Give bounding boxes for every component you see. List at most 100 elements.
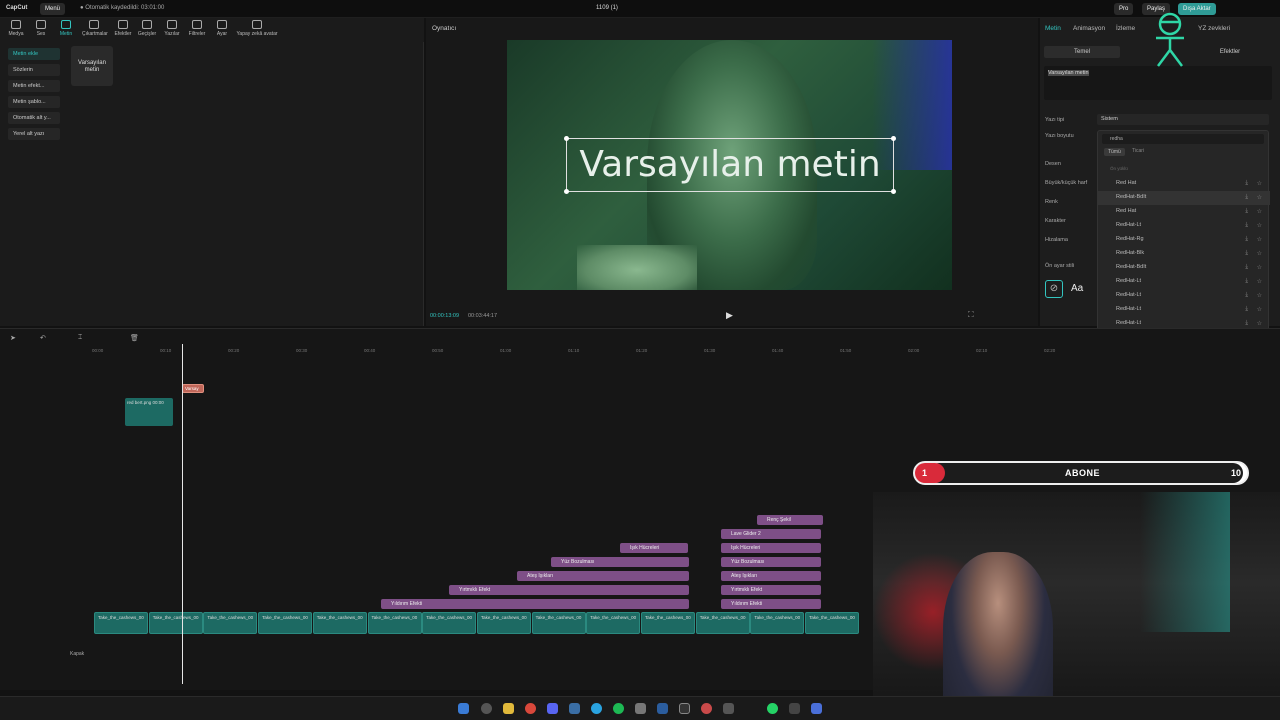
tool-filters[interactable]: Filtreler xyxy=(185,20,209,37)
split-icon[interactable]: ⌶ xyxy=(78,334,82,342)
discord-icon[interactable] xyxy=(547,703,558,714)
no-style-icon[interactable]: ⊘ xyxy=(1045,280,1063,298)
whatsapp-icon[interactable] xyxy=(767,703,778,714)
preset-style-aa[interactable]: Aa xyxy=(1071,280,1089,298)
font-option[interactable]: RedHat-Rg ⤓ ☆ xyxy=(1098,233,1270,247)
obs-icon[interactable] xyxy=(635,703,646,714)
font-option[interactable]: RedHat-Lt ⤓ ☆ xyxy=(1098,289,1270,303)
favorite-icon[interactable]: ☆ xyxy=(1257,208,1262,215)
capcut-icon[interactable] xyxy=(811,703,822,714)
effect-clip[interactable]: Yıldırım Efekti xyxy=(721,599,821,609)
effect-clip[interactable]: Yıldırım Efekti xyxy=(381,599,689,609)
playhead[interactable] xyxy=(182,344,183,684)
start-icon[interactable] xyxy=(458,703,469,714)
select-tool-icon[interactable]: ➤ xyxy=(10,334,16,342)
download-icon[interactable]: ⤓ xyxy=(1245,208,1248,215)
undo-icon[interactable]: ↶ xyxy=(40,334,46,342)
chrome-icon[interactable] xyxy=(525,703,536,714)
favorite-icon[interactable]: ☆ xyxy=(1257,222,1262,229)
video-clip[interactable]: Take_the_cashews_00 xyxy=(312,612,367,634)
effect-clip[interactable]: Yüz Bozulması xyxy=(551,557,689,567)
favorite-icon[interactable]: ☆ xyxy=(1257,306,1262,313)
image-clip[interactable]: red bert.png 00:00 xyxy=(125,398,173,426)
video-clip[interactable]: Take_the_cashews_00 xyxy=(367,612,422,634)
cover-button[interactable]: Kapak xyxy=(70,651,84,657)
effect-clip[interactable]: Yüz Bozulması xyxy=(721,557,821,567)
category-auto-captions[interactable]: Otomatik alt y... xyxy=(8,112,60,124)
download-icon[interactable]: ⤓ xyxy=(1245,222,1248,229)
video-clip[interactable]: Take_the_cashews_00 xyxy=(422,612,477,634)
category-local-captions[interactable]: Yerel alt yazı xyxy=(8,128,60,140)
category-add-text[interactable]: Metin ekle xyxy=(8,48,60,60)
default-text-card[interactable]: Varsayılan metin xyxy=(71,46,113,86)
effect-clip[interactable]: Yırtmıklı Efekt xyxy=(721,585,821,595)
download-icon[interactable]: ⤓ xyxy=(1245,278,1248,285)
font-option[interactable]: Red Hat ⤓ ☆ xyxy=(1098,177,1270,191)
folder-icon[interactable] xyxy=(503,703,514,714)
tool-captions[interactable]: Yazılar xyxy=(160,20,184,37)
steam-icon[interactable] xyxy=(657,703,668,714)
video-clip[interactable]: Take_the_cashews_00 xyxy=(531,612,586,634)
font-select[interactable]: Sistem xyxy=(1097,114,1269,125)
subtab-effects[interactable]: Efektler xyxy=(1190,46,1270,58)
category-text-templates[interactable]: Metin şablo... xyxy=(8,96,60,108)
favorite-icon[interactable]: ☆ xyxy=(1257,320,1262,327)
video-clip[interactable]: Take_the_cashews_00 xyxy=(586,612,641,634)
tool-effects[interactable]: Efektler xyxy=(111,20,135,37)
resize-handle[interactable] xyxy=(891,189,896,194)
font-option[interactable]: RedHat-Blk ⤓ ☆ xyxy=(1098,247,1270,261)
filter-commercial[interactable]: Ticari xyxy=(1132,148,1144,154)
app-icon[interactable] xyxy=(723,703,734,714)
tool-stickers[interactable]: Çıkartmalar xyxy=(82,20,108,37)
favorite-icon[interactable]: ☆ xyxy=(1257,250,1262,257)
effect-clip[interactable]: Renç Şekil xyxy=(757,515,823,525)
favorite-icon[interactable]: ☆ xyxy=(1257,292,1262,299)
timeline-ruler[interactable]: 00:00 00:10 00:20 00:30 00:40 00:50 01:00 01:10… xyxy=(92,344,1280,354)
tool-text[interactable]: Metin xyxy=(54,20,78,37)
pro-button[interactable]: Pro xyxy=(1114,3,1134,15)
text-clip[interactable]: Varsay xyxy=(182,384,204,393)
font-option[interactable]: RedHat-BdIt ⤓ ☆ xyxy=(1098,191,1270,205)
category-text-effects[interactable]: Metin efekt... xyxy=(8,80,60,92)
play-icon[interactable]: ▶ xyxy=(726,310,733,321)
font-option[interactable]: Red Hat ⤓ ☆ xyxy=(1098,205,1270,219)
app-icon[interactable] xyxy=(679,703,690,714)
effect-clip[interactable]: Ateş Işıkları xyxy=(721,571,821,581)
subtab-basic[interactable]: Temel xyxy=(1044,46,1120,58)
effect-clip[interactable]: Işık Hücreleri xyxy=(721,543,821,553)
favorite-icon[interactable]: ☆ xyxy=(1257,236,1262,243)
favorite-icon[interactable]: ☆ xyxy=(1257,194,1262,201)
font-option[interactable]: RedHat-Lt ⤓ ☆ xyxy=(1098,219,1270,233)
video-clip[interactable]: Take_the_cashews_00 xyxy=(476,612,531,634)
video-clip[interactable]: Take_the_cashews_00 xyxy=(805,612,860,634)
tool-transitions[interactable]: Geçişler xyxy=(135,20,159,37)
download-icon[interactable]: ⤓ xyxy=(1245,264,1248,271)
tool-media[interactable]: Medya xyxy=(4,20,28,37)
resize-handle[interactable] xyxy=(564,189,569,194)
video-clip[interactable]: Take_the_cashews_00 xyxy=(750,612,805,634)
video-clip[interactable]: Take_the_cashews_00 xyxy=(258,612,313,634)
download-icon[interactable]: ⤓ xyxy=(1245,250,1248,257)
tab-ai-styles[interactable]: YZ zevkleri xyxy=(1198,25,1230,32)
effect-clip[interactable]: Işık Hücreleri xyxy=(620,543,688,553)
delete-icon[interactable]: 🗑 xyxy=(130,334,139,342)
effect-clip[interactable]: Yırtmıklı Efekt xyxy=(449,585,689,595)
video-clip[interactable]: Take_the_cashews_00 xyxy=(94,612,148,634)
favorite-icon[interactable]: ☆ xyxy=(1257,180,1262,187)
video-clip[interactable]: Take_the_cashews_00 xyxy=(148,612,203,634)
font-option[interactable]: RedHat-Lt ⤓ ☆ xyxy=(1098,275,1270,289)
filter-all[interactable]: Tümü xyxy=(1104,148,1125,156)
download-icon[interactable]: ⤓ xyxy=(1245,320,1248,327)
font-search-input[interactable]: redha xyxy=(1102,134,1264,144)
overlay-text[interactable]: Varsayılan metin xyxy=(566,141,894,189)
tool-audio[interactable]: Ses xyxy=(29,20,53,37)
fullscreen-icon[interactable]: ⛶ xyxy=(968,310,974,320)
search-icon[interactable] xyxy=(481,703,492,714)
download-icon[interactable]: ⤓ xyxy=(1245,180,1248,187)
tool-ai-avatar[interactable]: Yapay zekâ avatar xyxy=(235,20,279,37)
effect-clip[interactable]: Ateş Işıkları xyxy=(517,571,689,581)
video-clip[interactable]: Take_the_cashews_00 xyxy=(695,612,750,634)
telegram-icon[interactable] xyxy=(591,703,602,714)
video-clip[interactable]: Take_the_cashews_00 xyxy=(203,612,258,634)
text-input-area[interactable]: Varsayılan metin xyxy=(1044,66,1272,100)
